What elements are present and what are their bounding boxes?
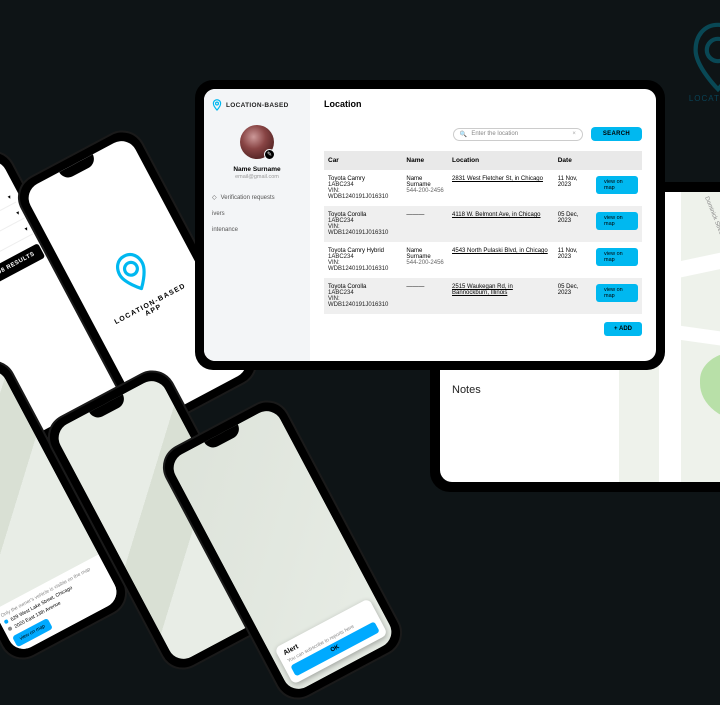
cell-location[interactable]: 2831 West Fletcher St, in Chicago [448, 170, 554, 206]
background-logo: LOCATION-B [688, 22, 720, 103]
pin-icon [212, 99, 222, 111]
col-location: Location [448, 151, 554, 170]
tablet-main: LOCATION-BASED ✎ Name Surname email@gmai… [195, 80, 665, 370]
search-input[interactable]: 🔍 Enter the location × [453, 128, 583, 141]
col-name: Name [402, 151, 448, 170]
cell-date: 05 Dec, 2023 [554, 206, 592, 242]
pin-icon [109, 246, 160, 302]
cell-car: Toyota Camry1ABC234VIN: WDB1240191J01631… [324, 170, 402, 206]
edit-avatar-icon[interactable]: ✎ [264, 149, 275, 160]
col-car: Car [324, 151, 402, 170]
cell-car: Toyota Corolla1ABC234VIN: WDB1240191J016… [324, 206, 402, 242]
table-row: Toyota Camry Hybrid1ABC234VIN: WDB124019… [324, 242, 642, 278]
view-on-map-button[interactable]: view on map [596, 284, 638, 302]
cell-location[interactable]: 2515 Waukegan Rd, in Bannockburn, Illino… [448, 278, 554, 314]
page-title: Location [324, 99, 642, 109]
col-date: Date [554, 151, 592, 170]
sidebar-item-maintenance[interactable]: intenance [212, 227, 302, 233]
sidebar-item-drivers[interactable]: ivers [212, 211, 302, 217]
search-button[interactable]: SEARCH [591, 127, 642, 141]
locations-table: Car Name Location Date Toyota Camry1ABC2… [324, 151, 642, 314]
cell-car: Toyota Corolla1ABC234VIN: WDB1240191J016… [324, 278, 402, 314]
view-on-map-button[interactable]: view on map [596, 248, 638, 266]
cell-name: ——— [402, 278, 448, 314]
add-button[interactable]: + ADD [604, 322, 642, 336]
user-name: Name Surname [233, 166, 280, 173]
cell-date: 11 Nov, 2023 [554, 242, 592, 278]
cell-location[interactable]: 4543 North Pulaski Blvd, in Chicago [448, 242, 554, 278]
view-on-map-button[interactable]: view on map [596, 176, 638, 194]
park-area: g's Inns Park [700, 352, 720, 422]
cell-car: Toyota Camry Hybrid1ABC234VIN: WDB124019… [324, 242, 402, 278]
cell-date: 05 Dec, 2023 [554, 278, 592, 314]
table-row: Toyota Corolla1ABC234VIN: WDB1240191J016… [324, 206, 642, 242]
avatar[interactable]: ✎ [240, 125, 274, 159]
user-email: email@gmail.com [235, 174, 279, 180]
search-icon: 🔍 [460, 131, 467, 138]
cell-location[interactable]: 4118 W. Belmont Ave, in Chicago [448, 206, 554, 242]
table-row: Toyota Corolla1ABC234VIN: WDB1240191J016… [324, 278, 642, 314]
sidebar: LOCATION-BASED ✎ Name Surname email@gmai… [204, 89, 310, 361]
cell-date: 11 Nov, 2023 [554, 170, 592, 206]
table-row: Toyota Camry1ABC234VIN: WDB1240191J01631… [324, 170, 642, 206]
clear-search-icon[interactable]: × [572, 131, 576, 137]
main-pane: Location 🔍 Enter the location × SEARCH C… [310, 89, 656, 361]
cell-name: Name Surname544-200-2456 [402, 170, 448, 206]
cell-name: Name Surname544-200-2456 [402, 242, 448, 278]
brand: LOCATION-BASED [212, 99, 289, 111]
notes-label: Notes [452, 384, 607, 396]
sidebar-item-verification[interactable]: ◇Verification requests [212, 194, 302, 201]
view-on-map-button[interactable]: view on map [596, 212, 638, 230]
cell-name: ——— [402, 206, 448, 242]
check-icon: ◇ [212, 194, 217, 201]
